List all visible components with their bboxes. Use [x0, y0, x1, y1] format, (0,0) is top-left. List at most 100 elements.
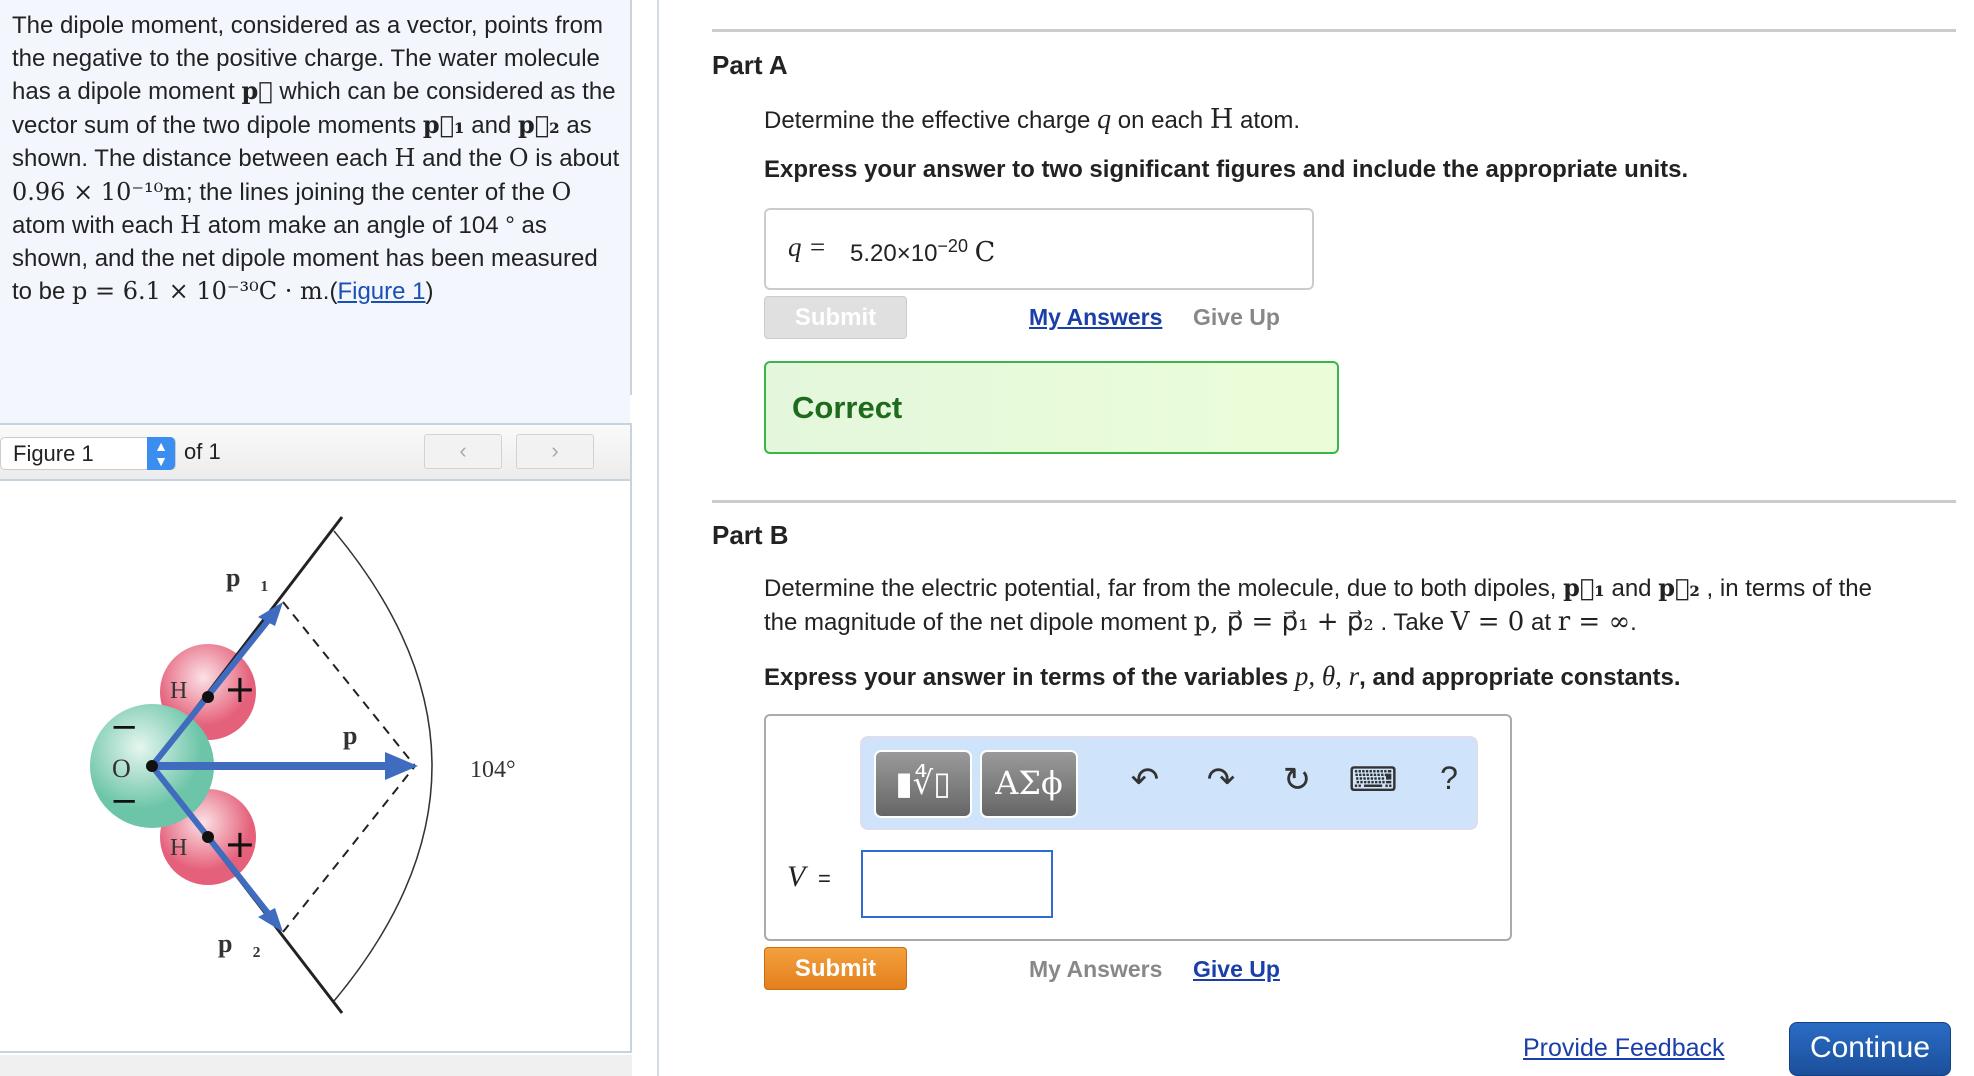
- math-toolbar: ▮∜▯ ΑΣϕ ↶ ↷ ↻ ⌨ ?: [860, 736, 1478, 830]
- correct-feedback: Correct: [764, 361, 1339, 454]
- p-label: p⃗: [343, 721, 378, 750]
- part-b-submit-button[interactable]: Submit: [764, 947, 907, 990]
- text: ): [425, 278, 434, 305]
- minus-sign: −: [110, 707, 139, 747]
- plus-sign: +: [224, 822, 256, 866]
- part-b-divider: [712, 500, 1956, 503]
- symbols-button[interactable]: ΑΣϕ: [980, 750, 1078, 818]
- text: the magnitude of the net dipole moment: [764, 609, 1194, 636]
- part-a-question: Determine the effective charge q on each…: [764, 104, 1300, 136]
- divider: [657, 0, 659, 1076]
- text: .(: [322, 278, 338, 305]
- reset-icon[interactable]: ↻: [1272, 760, 1322, 800]
- h-label: H: [170, 835, 187, 861]
- math-distance: 0.96 × 10⁻¹⁰m: [12, 177, 187, 206]
- answer-label: q =: [788, 232, 827, 262]
- part-a-answer-box: q = 5.20×10−20 C: [764, 208, 1314, 290]
- text: and: [464, 111, 518, 139]
- text: Determine the effective charge: [764, 107, 1098, 134]
- h-center-dot: [202, 691, 214, 703]
- p1-label: p⃗₁: [226, 563, 268, 592]
- text: and the: [415, 145, 509, 172]
- next-figure-button[interactable]: ›: [516, 434, 594, 469]
- part-b-give-up-link[interactable]: Give Up: [1193, 956, 1280, 983]
- math-v-zero: V = 0: [1450, 607, 1525, 637]
- dashed-line: [282, 765, 416, 933]
- math-h: H: [180, 211, 202, 239]
- part-a-my-answers-link[interactable]: My Answers: [1029, 304, 1162, 331]
- undo-icon[interactable]: ↶: [1120, 760, 1170, 800]
- part-a-submit-button[interactable]: Submit: [764, 296, 907, 339]
- text: and: [1604, 575, 1659, 602]
- text: at: [1524, 609, 1558, 636]
- part-a-give-up-link[interactable]: Give Up: [1193, 304, 1280, 331]
- h-label: H: [170, 678, 187, 704]
- figure-link[interactable]: Figure 1: [337, 278, 425, 305]
- text: .: [1630, 609, 1637, 636]
- select-arrows-icon: ▲ ▼: [147, 437, 175, 470]
- p-arrowhead: [385, 752, 418, 780]
- part-a-divider: [712, 29, 1956, 32]
- part-a-instruction: Express your answer to two significant f…: [764, 156, 1689, 183]
- part-b-question-line1: Determine the electric potential, far fr…: [764, 573, 1964, 603]
- provide-feedback-link[interactable]: Provide Feedback: [1523, 1034, 1725, 1063]
- text: , and appropriate constants.: [1359, 664, 1681, 691]
- keyboard-icon[interactable]: ⌨: [1348, 760, 1398, 800]
- text: , in terms of the: [1699, 575, 1872, 602]
- math-p2: p⃗₂: [1658, 573, 1700, 602]
- p2-label: p⃗₂: [218, 929, 261, 958]
- divider: [630, 0, 632, 395]
- answer-label-v: V: [787, 860, 806, 893]
- prev-figure-button[interactable]: ‹: [424, 434, 502, 469]
- water-dipole-diagram: p⃗₁ p⃗₂ p⃗ 104° O H H + + − −: [90, 516, 516, 1014]
- text: ; the lines joining the center of the: [186, 178, 552, 206]
- figure-select[interactable]: Figure 1 ▲ ▼: [0, 437, 176, 470]
- answer-value: 5.20×10−20 C: [850, 236, 995, 268]
- part-a-heading: Part A: [712, 50, 788, 80]
- text: . Take: [1373, 609, 1451, 636]
- figure-toolbar: Figure 1 ▲ ▼ of 1 ‹ ›: [0, 423, 632, 481]
- math-o: O: [508, 144, 529, 172]
- o-center-dot: [146, 760, 158, 772]
- templates-button[interactable]: ▮∜▯: [874, 750, 972, 818]
- angle-label: 104°: [470, 757, 516, 783]
- math-p1: p⃗₁: [422, 109, 465, 139]
- part-b-question-line2: the magnitude of the net dipole moment p…: [764, 607, 1964, 637]
- text: Determine the electric potential, far fr…: [764, 575, 1564, 602]
- continue-button[interactable]: Continue: [1789, 1022, 1951, 1076]
- p2-arrowhead: [258, 908, 283, 932]
- help-icon[interactable]: ?: [1424, 760, 1474, 797]
- figure-panel: p⃗₁ p⃗₂ p⃗ 104° O H H + + − −: [0, 481, 632, 1053]
- problem-statement: The dipole moment, considered as a vecto…: [12, 10, 622, 309]
- plus-sign: +: [224, 667, 256, 711]
- answer-exponent: −20: [937, 236, 968, 256]
- text: Express your answer in terms of the vari…: [764, 664, 1295, 691]
- answer-equals: =: [818, 866, 831, 891]
- math-q: q: [1097, 104, 1112, 135]
- figure-footer: [0, 1055, 632, 1076]
- part-b-answer-input[interactable]: [861, 850, 1053, 918]
- math-r-infinity: r = ∞: [1557, 607, 1631, 637]
- text: on each: [1111, 107, 1210, 134]
- part-b-heading: Part B: [712, 520, 789, 550]
- figure-select-value: Figure 1: [13, 441, 94, 466]
- figure-count: of 1: [184, 439, 221, 464]
- math-h: H: [394, 144, 416, 172]
- text: atom with each: [12, 212, 181, 239]
- math-net-dipole: p, p⃗ = p⃗₁ + p⃗₂: [1193, 607, 1374, 637]
- math-h: H: [1209, 104, 1234, 135]
- math-o: O: [551, 177, 572, 206]
- h-center-dot: [202, 831, 214, 843]
- part-b-my-answers-link[interactable]: My Answers: [1029, 956, 1162, 983]
- o-label: O: [112, 754, 131, 783]
- answer-mantissa: 5.20×10: [850, 240, 938, 267]
- part-b-instruction: Express your answer in terms of the vari…: [764, 661, 1681, 692]
- text: is about: [528, 145, 620, 172]
- math-p1: p⃗₁: [1563, 573, 1605, 602]
- answer-unit: C: [974, 237, 996, 268]
- math-variables: p, θ, r: [1294, 661, 1360, 691]
- redo-icon[interactable]: ↷: [1196, 760, 1246, 800]
- math-p: p⃗: [241, 76, 273, 105]
- text: atom.: [1233, 107, 1301, 134]
- math-p2: p⃗₂: [517, 109, 560, 139]
